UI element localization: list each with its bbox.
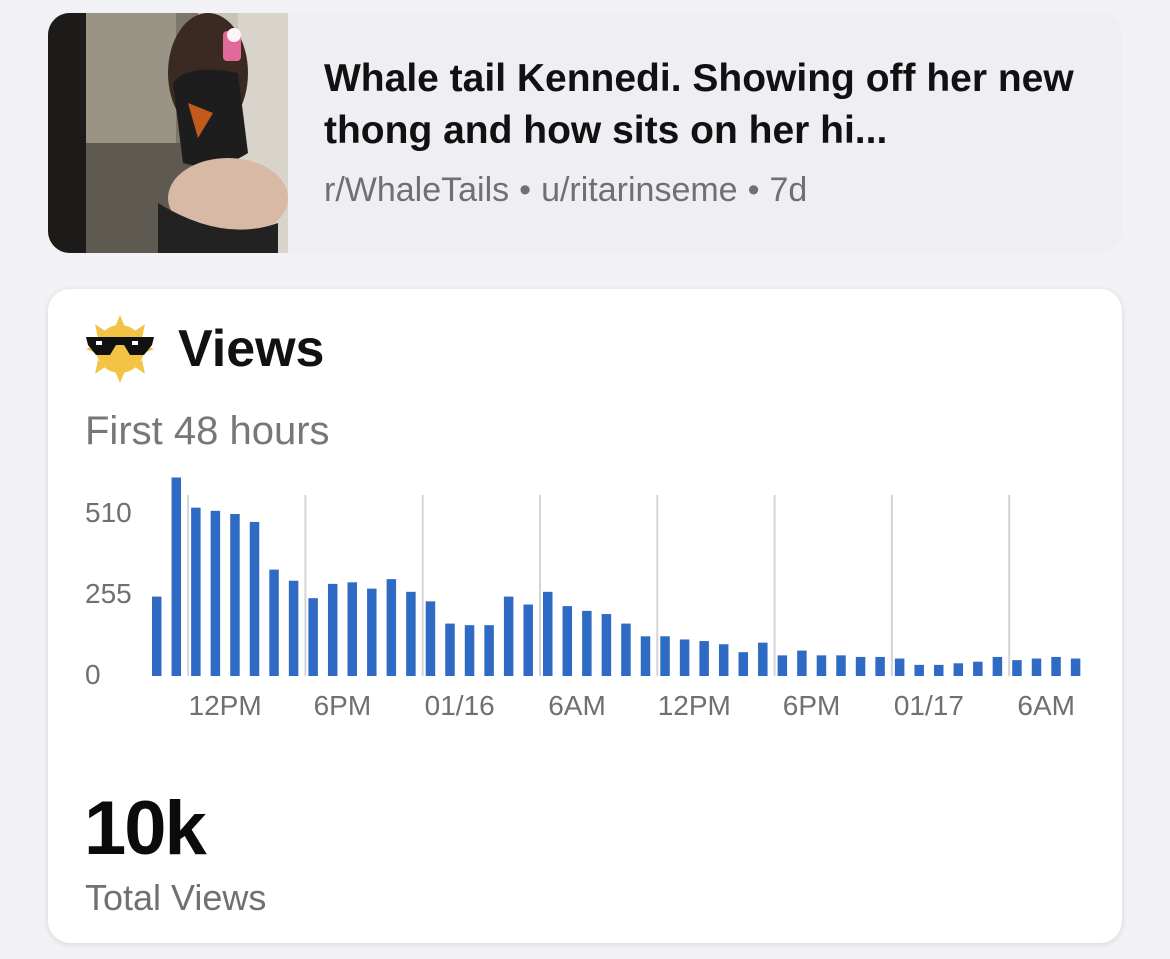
chart-bar [327, 583, 338, 676]
views-chart: 510 255 0 12PM 6PM 01/16 6AM 12PM 6PM 01/17 6AM [85, 477, 1081, 721]
y-tick-label: 0 [85, 659, 101, 690]
chart-bar [992, 656, 1003, 676]
chart-bar [308, 598, 318, 676]
chart-bar [562, 606, 573, 676]
x-tick-label: 01/17 [894, 690, 964, 721]
chart-bar [347, 582, 357, 676]
chart-bar [191, 507, 201, 676]
chart-bar [1070, 658, 1081, 676]
post-title[interactable]: Whale tail Kennedi. Showing off her new … [324, 53, 1104, 157]
post-card[interactable]: Whale tail Kennedi. Showing off her new … [48, 13, 1122, 253]
chart-bar [758, 642, 768, 676]
chart-bar [621, 623, 631, 676]
chart-bar [1012, 660, 1022, 676]
chart-bar [855, 656, 866, 676]
meta-separator: • [747, 171, 760, 209]
chart-bar [699, 641, 709, 676]
x-tick-label: 01/16 [425, 690, 495, 721]
chart-bar [152, 596, 162, 676]
chart-bar [523, 604, 533, 676]
subreddit-link[interactable]: r/WhaleTails [324, 171, 509, 209]
chart-bar [406, 591, 416, 676]
chart-bar [230, 514, 240, 676]
post-thumbnail[interactable] [48, 13, 288, 253]
chart-bar [582, 610, 592, 676]
post-meta: r/WhaleTails • u/ritarinseme • 7d [324, 171, 1104, 210]
chart-bar [836, 655, 846, 676]
x-tick-label: 6PM [314, 690, 372, 721]
x-tick-label: 12PM [189, 690, 262, 721]
x-tick-label: 6AM [548, 690, 606, 721]
chart-bar [601, 614, 612, 676]
y-tick-label: 510 [85, 497, 132, 528]
chart-bar [210, 510, 221, 676]
chart-bar [386, 579, 397, 676]
chart-bar [640, 636, 651, 676]
chart-bar [249, 521, 260, 676]
x-tick-label: 6AM [1017, 690, 1075, 721]
y-tick-label: 255 [85, 578, 132, 609]
chart-bar [1031, 658, 1042, 676]
chart-bar [973, 661, 983, 676]
author-link[interactable]: u/ritarinseme [541, 171, 738, 209]
chart-bar [738, 652, 748, 676]
chart-bar [679, 639, 690, 676]
chart-bar [543, 591, 553, 676]
chart-bar [464, 625, 475, 676]
chart-bar [171, 477, 182, 676]
meta-separator: • [519, 171, 532, 209]
chart-bar [797, 650, 807, 676]
total-views-value: 10k [84, 786, 207, 871]
chart-bar [367, 588, 377, 676]
chart-bar [1051, 656, 1061, 676]
chart-bar [718, 644, 729, 676]
chart-bar [953, 663, 964, 676]
post-age: 7d [769, 171, 808, 209]
chart-bar [894, 658, 905, 676]
x-tick-label: 12PM [658, 690, 731, 721]
chart-bar [445, 623, 455, 676]
chart-bar [914, 664, 924, 676]
chart-bar [269, 569, 279, 676]
chart-bar [503, 596, 514, 676]
x-tick-label: 6PM [783, 690, 841, 721]
chart-bar [934, 664, 944, 676]
chart-bar [425, 601, 436, 676]
chart-bar [816, 655, 827, 676]
chart-bar [660, 636, 670, 676]
chart-bar [484, 625, 494, 676]
chart-bar [777, 655, 788, 676]
chart-bar [288, 580, 299, 676]
views-card: Views First 48 hours 510 255 0 12PM 6PM 01/16… [48, 289, 1122, 943]
total-views-label: Total Views [85, 877, 267, 918]
chart-bar [875, 656, 885, 676]
